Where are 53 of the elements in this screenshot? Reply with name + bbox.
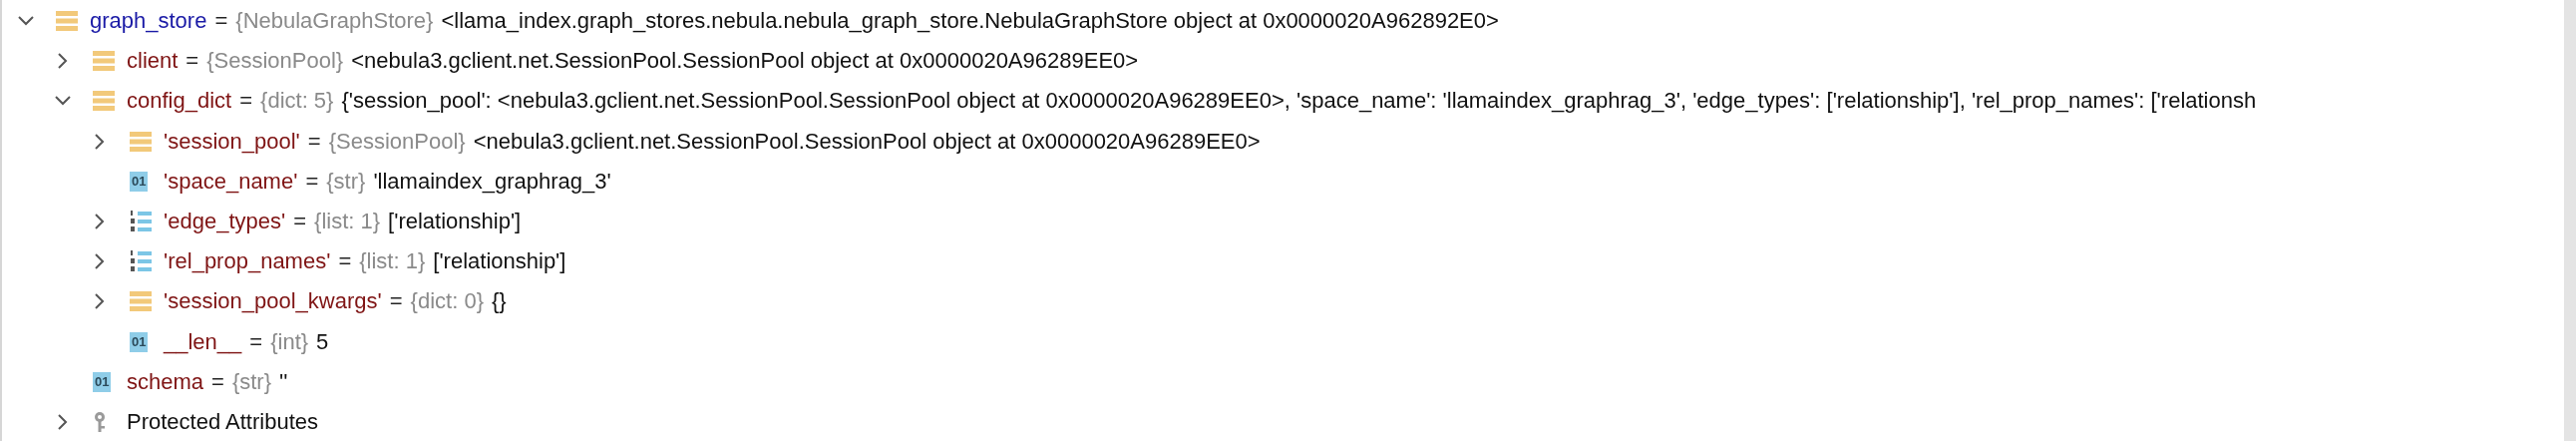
equals-sign: = xyxy=(307,128,321,155)
variable-name: 'space_name' xyxy=(164,168,298,195)
scalar-badge: 01 xyxy=(130,331,149,352)
variable-name: 'session_pool_kwargs' xyxy=(164,288,382,315)
variable-type: {dict: 5} xyxy=(260,88,334,115)
variable-name: Protected Attributes xyxy=(127,408,318,435)
equals-sign: = xyxy=(389,288,403,315)
variable-type: {list: 1} xyxy=(314,209,381,235)
variable-value: 'llamaindex_graphrag_3' xyxy=(373,168,611,195)
variable-value: ['relationship'] xyxy=(388,209,522,235)
variable-name: graph_store xyxy=(90,8,207,35)
variable-type: {dict: 0} xyxy=(410,288,484,315)
variable-value: '' xyxy=(279,368,288,395)
variable-type: {list: 1} xyxy=(359,248,426,275)
variable-name: 'session_pool' xyxy=(164,128,300,155)
variable-type: {SessionPool} xyxy=(328,128,466,155)
variable-value: {} xyxy=(492,288,507,315)
variable-type: {str} xyxy=(326,168,366,195)
bars-icon xyxy=(130,290,152,313)
equals-sign: = xyxy=(239,88,253,115)
variable-value: {'session_pool': <nebula3.gclient.net.SessionPool.SessionPool object at 0x0000020A96289EE0>, 'space_name': 'llamaindex_graphrag_3', 'edge_types': ['relationship'], 'rel_prop_names': ['relationsh xyxy=(341,88,2257,115)
variable-name: client xyxy=(127,48,179,75)
scrollbar[interactable] xyxy=(2564,0,2576,441)
equals-sign: = xyxy=(185,48,199,75)
bars-icon xyxy=(56,10,78,33)
variable-type: {SessionPool} xyxy=(206,48,344,75)
variable-name: __len__ xyxy=(164,328,242,355)
equals-sign: = xyxy=(293,209,307,235)
numbered-list-icon xyxy=(130,249,152,274)
numbered-list-icon xyxy=(130,210,152,234)
variable-type: {str} xyxy=(231,368,272,395)
variable-type: {int} xyxy=(270,328,309,355)
variable-name: schema xyxy=(127,368,204,395)
equals-sign: = xyxy=(338,248,352,275)
variable-type: {NebulaGraphStore} xyxy=(235,8,434,35)
variable-value: 5 xyxy=(316,328,329,355)
bars-icon xyxy=(130,130,152,153)
equals-sign: = xyxy=(214,8,228,35)
equals-sign: = xyxy=(305,168,319,195)
variable-value: <llama_index.graph_stores.nebula.nebula_graph_store.NebulaGraphStore object at 0x0000020A962892E0> xyxy=(441,8,1499,35)
key-icon xyxy=(93,410,107,433)
bars-icon xyxy=(93,90,115,113)
variable-name: 'rel_prop_names' xyxy=(164,248,331,275)
equals-sign: = xyxy=(249,328,263,355)
scalar-badge: 01 xyxy=(93,371,112,392)
variable-value: <nebula3.gclient.net.SessionPool.SessionPool object at 0x0000020A96289EE0> xyxy=(473,128,1261,155)
variable-value: ['relationship'] xyxy=(433,248,566,275)
variable-name: config_dict xyxy=(127,88,232,115)
bars-icon xyxy=(93,50,115,73)
variable-name: 'edge_types' xyxy=(164,209,286,235)
equals-sign: = xyxy=(211,368,224,395)
scalar-badge: 01 xyxy=(130,171,149,192)
variable-value: <nebula3.gclient.net.SessionPool.SessionPool object at 0x0000020A96289EE0> xyxy=(351,48,1139,75)
